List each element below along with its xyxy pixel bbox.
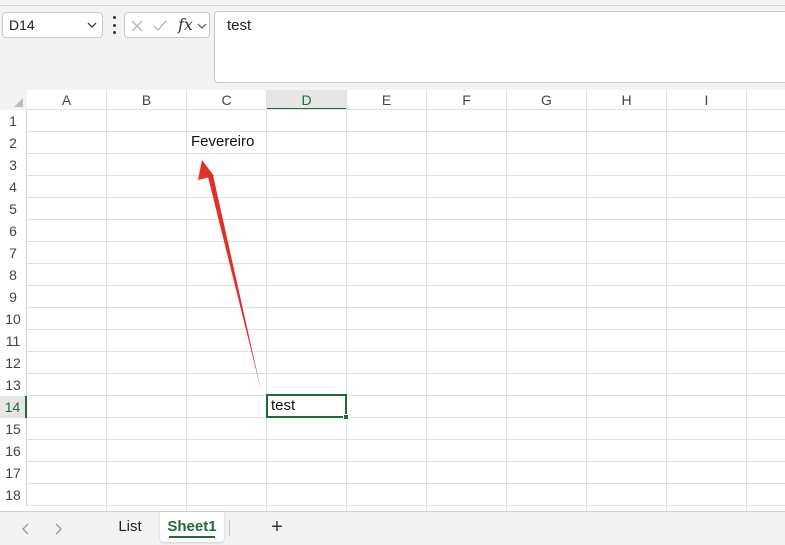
row-header-14[interactable]: 14 [0, 396, 27, 418]
gridline-row [27, 373, 785, 374]
row-header-3[interactable]: 3 [0, 154, 27, 176]
column-header-b[interactable]: B [107, 90, 187, 110]
name-box-value: D14 [9, 17, 35, 33]
gridline-row [27, 505, 785, 506]
gridline-row [27, 351, 785, 352]
row-header-15[interactable]: 15 [0, 418, 27, 440]
cell-c2-text: Fevereiro [191, 133, 255, 150]
column-header-d[interactable]: D [267, 90, 347, 110]
gridline-row [27, 395, 785, 396]
column-header-a[interactable]: A [27, 90, 107, 110]
row-header-16[interactable]: 16 [0, 440, 27, 462]
formula-controls: fx [124, 12, 210, 38]
sheet-tab-label: List [118, 518, 142, 535]
row-header-1[interactable]: 1 [0, 110, 27, 132]
row-header-7[interactable]: 7 [0, 242, 27, 264]
gridline-row [27, 329, 785, 330]
row-header-6[interactable]: 6 [0, 220, 27, 242]
more-options-icon[interactable] [110, 16, 118, 34]
row-header-10[interactable]: 10 [0, 308, 27, 330]
row-header-18[interactable]: 18 [0, 484, 27, 506]
gridline-row [27, 175, 785, 176]
gridline-col [746, 110, 747, 511]
sheet-tab-bar: List Sheet1 + [0, 511, 785, 545]
spreadsheet-window: D14 fx test ABCDEFGHI 1 2 3 4 5 6 7 8 9 10 11 12 13 1… [0, 0, 785, 545]
gridline-col [506, 110, 507, 511]
gridline-row [27, 439, 785, 440]
gridline-row [27, 241, 785, 242]
tab-divider [229, 520, 230, 536]
active-tab-underline [169, 536, 215, 538]
gridline-col [426, 110, 427, 511]
insert-function-icon[interactable]: fx [178, 15, 193, 34]
ribbon-edge [0, 0, 785, 6]
add-sheet-icon[interactable]: + [268, 517, 286, 537]
gridline-col [266, 110, 267, 511]
row-header-9[interactable]: 9 [0, 286, 27, 308]
scroll-right-icon[interactable] [52, 522, 64, 536]
row-header-17[interactable]: 17 [0, 462, 27, 484]
gridline-col [106, 110, 107, 511]
gridline-col [666, 110, 667, 511]
formula-text: test [227, 17, 252, 34]
gridline-row [27, 263, 785, 264]
column-header-e[interactable]: E [347, 90, 427, 110]
name-box[interactable]: D14 [2, 12, 103, 38]
select-all-corner[interactable] [0, 90, 27, 110]
chevron-down-icon[interactable] [86, 19, 98, 31]
gridline-row [27, 483, 785, 484]
gridline-col [186, 110, 187, 511]
gridline-row [27, 153, 785, 154]
enter-check-icon[interactable] [152, 19, 168, 33]
gridline-row [27, 461, 785, 462]
row-header-11[interactable]: 11 [0, 330, 27, 352]
fill-handle[interactable] [343, 414, 349, 420]
gridline-col [346, 110, 347, 511]
sheet-tab-list[interactable]: List [104, 512, 156, 542]
column-header-f[interactable]: F [427, 90, 507, 110]
sheet-tab-label: Sheet1 [167, 518, 217, 535]
column-header-g[interactable]: G [507, 90, 587, 110]
gridline-row [27, 219, 785, 220]
gridline-row [27, 131, 785, 132]
formula-input[interactable]: test [214, 11, 785, 83]
row-header-12[interactable]: 12 [0, 352, 27, 374]
sheet-tab-sheet1[interactable]: Sheet1 [160, 512, 224, 542]
row-header-2[interactable]: 2 [0, 132, 27, 154]
gridline-row [27, 285, 785, 286]
worksheet-grid: ABCDEFGHI 1 2 3 4 5 6 7 8 9 10 11 12 13 14 15 16 17 18 te… [0, 90, 785, 511]
gridline-row [27, 109, 785, 110]
gridline-row [27, 417, 785, 418]
gridline-row [27, 197, 785, 198]
cell-d14-text: test [271, 397, 296, 414]
gridline-row [27, 307, 785, 308]
column-headers: ABCDEFGHI [27, 90, 785, 110]
column-header-c[interactable]: C [187, 90, 267, 110]
row-header-5[interactable]: 5 [0, 198, 27, 220]
column-header-h[interactable]: H [587, 90, 667, 110]
scroll-left-icon[interactable] [20, 522, 32, 536]
row-header-13[interactable]: 13 [0, 374, 27, 396]
selected-cell-d14[interactable]: test [266, 394, 349, 420]
chevron-down-icon[interactable] [197, 22, 207, 30]
row-header-8[interactable]: 8 [0, 264, 27, 286]
cancel-icon[interactable] [130, 19, 144, 33]
row-header-4[interactable]: 4 [0, 176, 27, 198]
column-header-i[interactable]: I [667, 90, 747, 110]
gridline-col [586, 110, 587, 511]
cell-area[interactable]: test Fevereiro [27, 109, 785, 511]
